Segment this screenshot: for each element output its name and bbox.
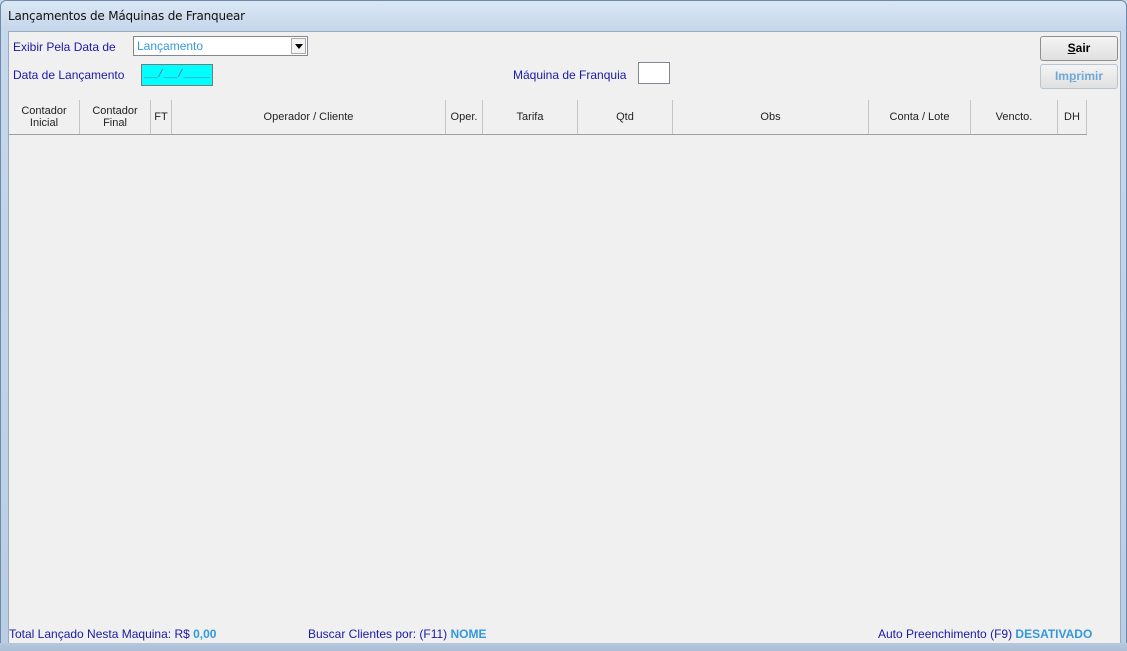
sair-button[interactable]: Sair	[1040, 36, 1118, 61]
column-header[interactable]: Conta / Lote	[869, 100, 971, 134]
imprimir-label-end: rimir	[1076, 69, 1104, 83]
column-header[interactable]: FT	[151, 100, 172, 134]
imprimir-button[interactable]: Imprimir	[1040, 64, 1118, 89]
total-status: Total Lançado Nesta Maquina: R$ 0,00	[9, 627, 216, 641]
column-header[interactable]: Vencto.	[971, 100, 1058, 134]
column-header-label: Vencto.	[995, 111, 1033, 123]
column-header-line1: Contador	[21, 105, 67, 117]
window-title: Lançamentos de Máquinas de Franquear	[8, 9, 245, 23]
total-value: 0,00	[193, 627, 217, 641]
buscar-status: Buscar Clientes por: (F11) NOME	[308, 627, 487, 641]
total-label: Total Lançado Nesta Maquina: R$	[9, 627, 190, 641]
column-header[interactable]: Tarifa	[483, 100, 578, 134]
column-header-line2: Inicial	[29, 117, 59, 129]
exibir-label: Exibir Pela Data de	[13, 40, 116, 54]
buscar-label: Buscar Clientes por: (F11)	[308, 627, 448, 641]
exibir-select-value: Lançamento	[137, 39, 204, 53]
column-header[interactable]: Oper.	[446, 100, 483, 134]
title-bar[interactable]: Lançamentos de Máquinas de Franquear	[1, 1, 1126, 31]
column-header-label: Qtd	[616, 111, 634, 123]
maquina-franquia-input[interactable]	[638, 62, 670, 84]
column-header[interactable]: Qtd	[578, 100, 673, 134]
sair-hotkey: S	[1067, 41, 1076, 55]
column-header[interactable]: Operador / Cliente	[172, 100, 446, 134]
imprimir-label-start: Im	[1054, 69, 1069, 83]
column-header-line2: Final	[103, 117, 127, 129]
column-header-label: Tarifa	[516, 111, 544, 123]
column-header-line1: Contador	[92, 105, 138, 117]
column-header-label: Oper.	[450, 111, 478, 123]
column-header-label: DH	[1064, 111, 1080, 123]
taskbar-strip	[0, 643, 1127, 651]
column-header[interactable]: Contador Final	[80, 100, 151, 134]
auto-value[interactable]: DESATIVADO	[1015, 627, 1092, 641]
main-window: Lançamentos de Máquinas de Franquear Exi…	[0, 0, 1127, 651]
data-lancamento-input[interactable]: __/__/____	[141, 64, 213, 86]
form-body: Exibir Pela Data de Lançamento Data de L…	[8, 31, 1121, 645]
maquina-franquia-label: Máquina de Franquia	[513, 68, 627, 82]
data-lancamento-label: Data de Lançamento	[13, 68, 125, 82]
grid-header: Contador Inicial Contador Final FT Operado…	[9, 100, 1087, 135]
column-header-label: Operador / Cliente	[263, 111, 354, 123]
column-header[interactable]: Contador Inicial	[9, 100, 80, 134]
buscar-value[interactable]: NOME	[451, 627, 487, 641]
column-header-label: Obs	[760, 111, 781, 123]
column-header-label: Conta / Lote	[889, 111, 950, 123]
column-header-label: FT	[154, 111, 168, 123]
column-header[interactable]: DH	[1058, 100, 1087, 134]
exibir-select[interactable]: Lançamento	[133, 36, 308, 56]
chevron-down-icon[interactable]	[291, 38, 306, 54]
auto-status: Auto Preenchimento (F9) DESATIVADO	[878, 627, 1092, 641]
auto-label: Auto Preenchimento (F9)	[878, 627, 1013, 641]
column-header[interactable]: Obs	[673, 100, 869, 134]
sair-label: air	[1075, 41, 1091, 55]
